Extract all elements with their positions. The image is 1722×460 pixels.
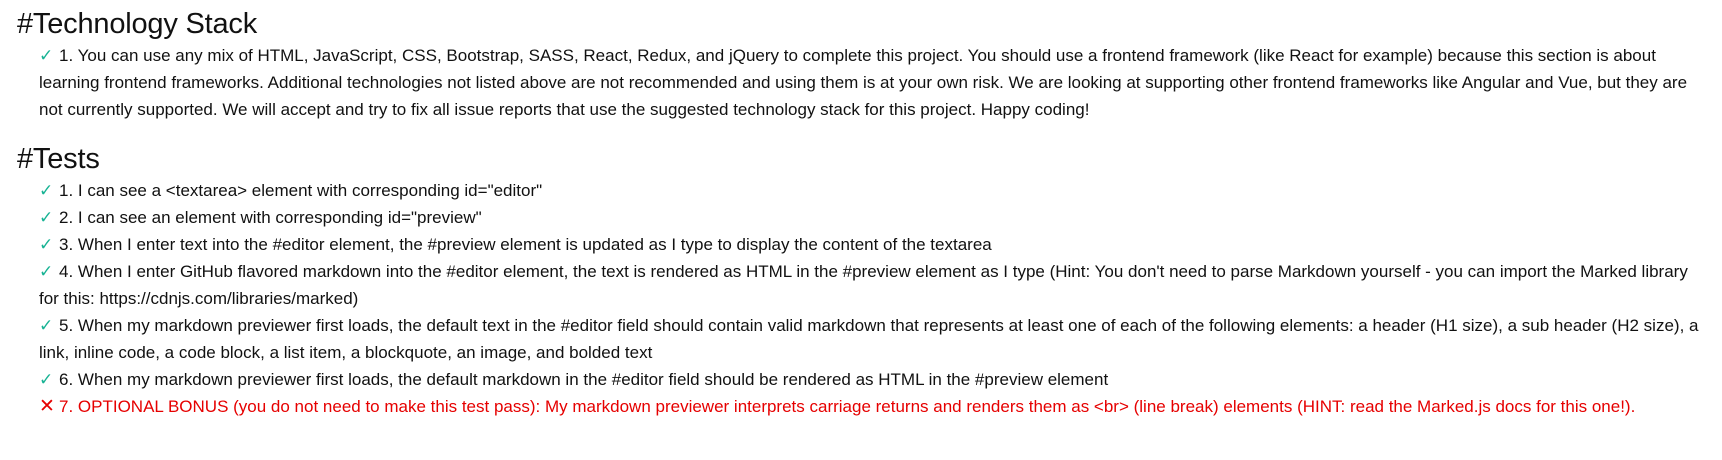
tests-list: ✓ 1. I can see a <textarea> element with … <box>17 177 1704 420</box>
test-suite-panel: #Technology Stack ✓ 1. You can use any mi… <box>0 0 1722 460</box>
item-text: 7. OPTIONAL BONUS (you do not need to ma… <box>59 397 1636 416</box>
list-item: ✓ 4. When I enter GitHub flavored markdow… <box>39 258 1704 312</box>
check-icon: ✓ <box>39 316 54 335</box>
item-text: 2. I can see an element with correspondi… <box>59 208 482 227</box>
check-icon: ✓ <box>39 181 54 200</box>
list-item: ✕ 7. OPTIONAL BONUS (you do not need to m… <box>39 393 1704 420</box>
list-item: ✓ 1. You can use any mix of HTML, JavaScr… <box>39 42 1704 123</box>
check-icon: ✓ <box>39 262 54 281</box>
section-title-technology-stack: #Technology Stack <box>17 8 258 40</box>
check-icon: ✓ <box>39 370 54 389</box>
check-icon: ✓ <box>39 235 54 254</box>
item-text: 4. When I enter GitHub flavored markdown… <box>39 262 1688 308</box>
list-item: ✓ 6. When my markdown previewer first loa… <box>39 366 1704 393</box>
item-text: 1. You can use any mix of HTML, JavaScri… <box>39 46 1688 119</box>
list-item: ✓ 3. When I enter text into the #editor e… <box>39 231 1704 258</box>
check-icon: ✓ <box>39 46 54 65</box>
technology-stack-list: ✓ 1. You can use any mix of HTML, JavaScr… <box>17 42 1704 123</box>
item-text: 3. When I enter text into the #editor el… <box>59 235 992 254</box>
item-text: 6. When my markdown previewer first load… <box>59 370 1109 389</box>
list-item: ✓ 2. I can see an element with correspond… <box>39 204 1704 231</box>
check-icon: ✓ <box>39 208 54 227</box>
cross-icon: ✕ <box>39 396 55 417</box>
section-title-tests: #Tests <box>17 143 100 175</box>
list-item: ✓ 1. I can see a <textarea> element with … <box>39 177 1704 204</box>
item-text: 5. When my markdown previewer first load… <box>39 316 1699 362</box>
list-item: ✓ 5. When my markdown previewer first loa… <box>39 312 1704 366</box>
item-text: 1. I can see a <textarea> element with c… <box>59 181 543 200</box>
